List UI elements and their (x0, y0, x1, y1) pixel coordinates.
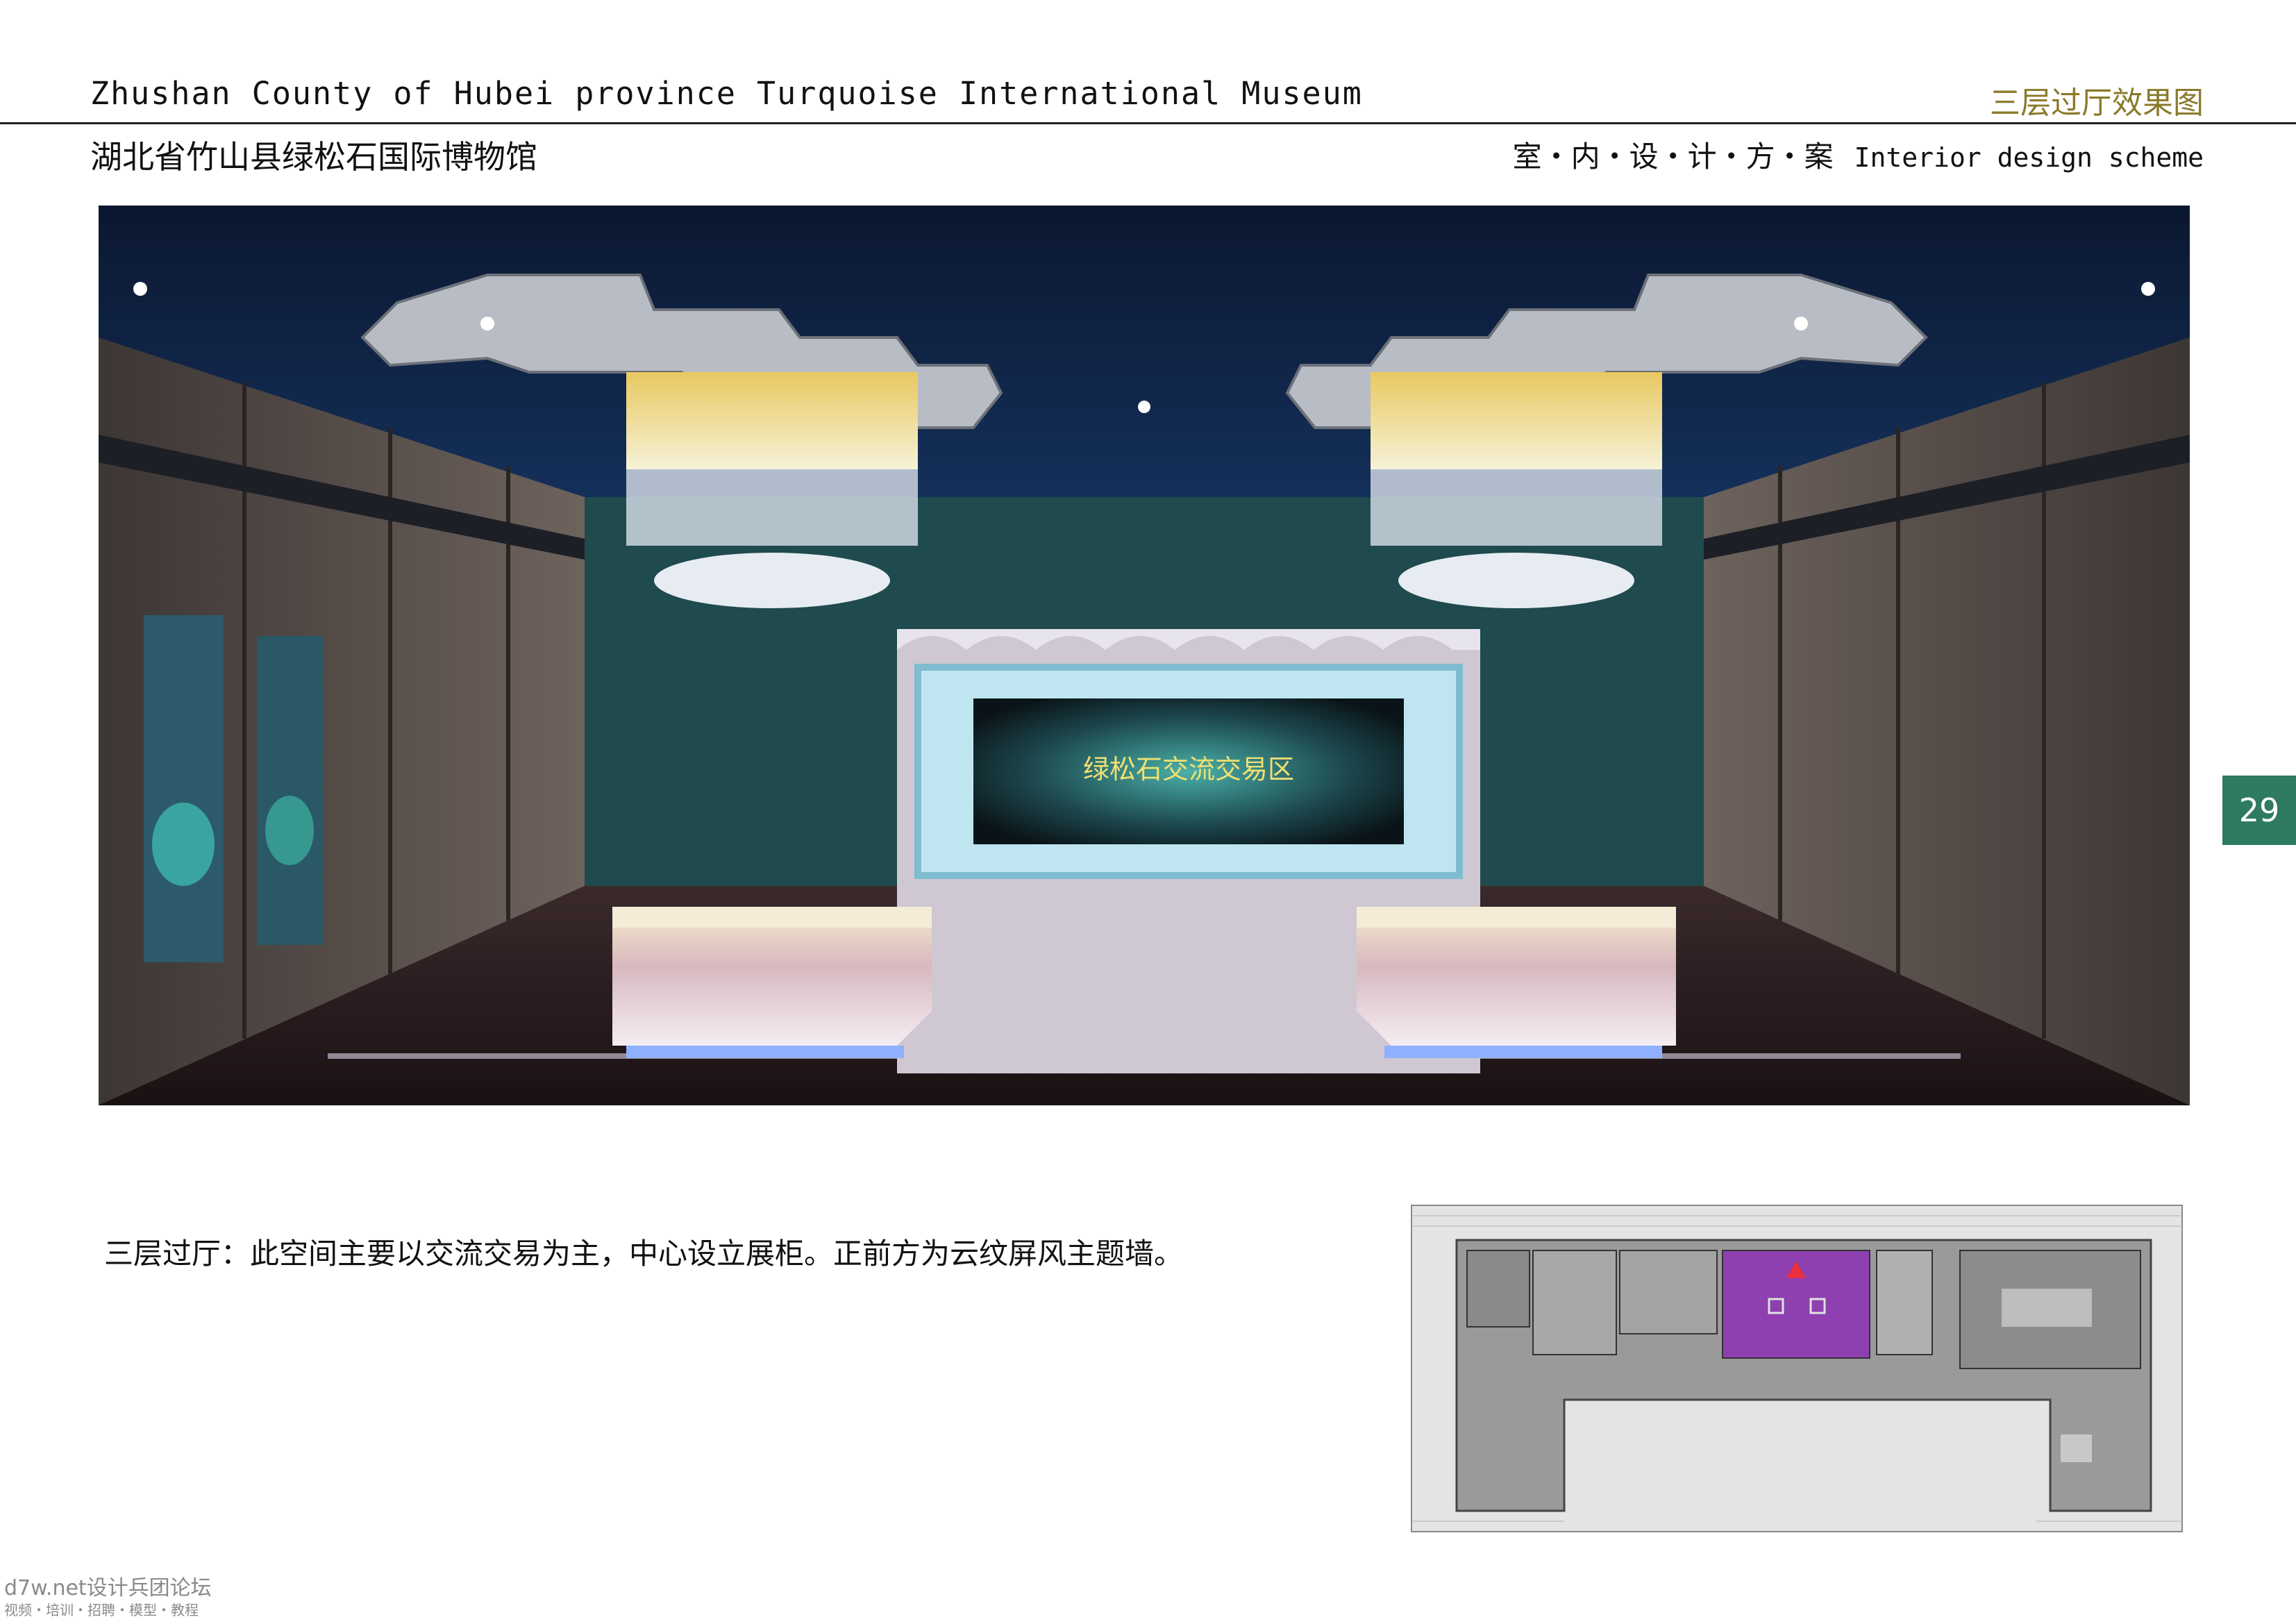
header-title-en: Zhushan County of Hubei province Turquoi… (90, 75, 1363, 112)
rendering-illustration: 绿松石交流交易区 (99, 206, 2190, 1105)
header-title-cn: 湖北省竹山县绿松石国际博物馆 (90, 138, 537, 176)
header-divider (0, 122, 2296, 124)
watermark-line-1: d7w.net设计兵团论坛 (4, 1576, 212, 1600)
scheme-en: Interior design scheme (1854, 142, 2204, 173)
design-scheme-label: 室・内・设・计・方・案 Interior design scheme (1513, 133, 2204, 176)
floor-plan (1391, 1184, 2195, 1539)
page-number-badge: 29 (2222, 776, 2296, 845)
screen-text: 绿松石交流交易区 (1083, 754, 1294, 785)
floor-plan-illustration (1411, 1205, 2183, 1532)
interior-rendering: 绿松石交流交易区 (99, 206, 2190, 1105)
scheme-cn: 室・内・设・计・方・案 (1512, 140, 1834, 174)
caption-text: 三层过厅：此空间主要以交流交易为主，中心设立展柜。正前方为云纹屏风主题墙。 (104, 1237, 1184, 1271)
page-label: 三层过厅效果图 (1990, 85, 2204, 121)
watermark-line-2: 视频・培训・招聘・模型・教程 (4, 1602, 199, 1618)
